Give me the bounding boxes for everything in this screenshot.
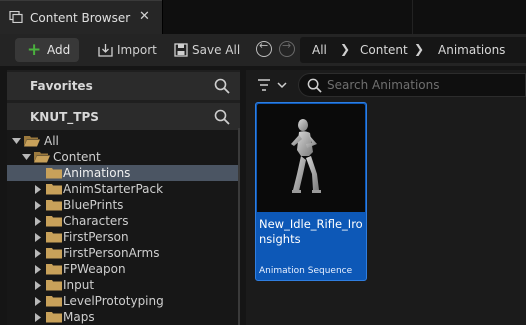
- tree-item[interactable]: Maps: [7, 309, 238, 325]
- folder-open-icon: [24, 136, 40, 147]
- chevron-right-icon: ❯: [340, 42, 351, 56]
- search-input[interactable]: Search Animations: [298, 73, 526, 97]
- folder-icon: [46, 248, 62, 259]
- folder-open-icon: [34, 152, 50, 163]
- tree-item-label: LevelPrototyping: [63, 294, 164, 308]
- chevron-right-icon[interactable]: [34, 313, 43, 322]
- tree-item-label: FPWeapon: [63, 262, 126, 276]
- tree-item-label: Content: [53, 150, 101, 164]
- folder-icon: [46, 216, 62, 227]
- tab-bar-divider: [412, 0, 413, 34]
- content-browser-icon: [9, 11, 23, 23]
- tree-item-label: Characters: [63, 214, 129, 228]
- folder-icon: [46, 312, 62, 323]
- plus-icon: +: [27, 40, 42, 60]
- import-button[interactable]: Import: [96, 38, 158, 62]
- tree-item-label: Animations: [63, 166, 131, 180]
- asset-name: New_Idle_Rifle_Ironsights: [259, 217, 363, 246]
- filter-icon: [258, 79, 287, 91]
- chevron-right-icon[interactable]: [34, 233, 43, 242]
- chevron-right-icon[interactable]: [34, 297, 43, 306]
- chevron-right-icon[interactable]: [34, 217, 43, 226]
- search-icon: [307, 78, 322, 93]
- folder-icon: [46, 168, 62, 179]
- save-all-button-label: Save All: [192, 43, 241, 57]
- folder-icon: [46, 296, 62, 307]
- import-icon: [98, 44, 113, 57]
- scrollbar[interactable]: [238, 128, 240, 325]
- tree-item[interactable]: FirstPersonArms: [7, 245, 238, 261]
- tree-item[interactable]: Animations: [7, 165, 238, 181]
- folder-icon: [46, 184, 62, 195]
- folder-icon: [46, 264, 62, 275]
- tree-item[interactable]: Input: [7, 277, 238, 293]
- filter-button[interactable]: [256, 77, 290, 93]
- back-button[interactable]: ←: [256, 39, 272, 57]
- asset-thumbnail: [257, 104, 365, 212]
- tree-item[interactable]: Content: [7, 149, 238, 165]
- search-icon[interactable]: [214, 109, 230, 125]
- tab-divider: [162, 0, 163, 34]
- chevron-right-icon[interactable]: [34, 281, 43, 290]
- tree-item[interactable]: LevelPrototyping: [7, 293, 238, 309]
- chevron-right-icon[interactable]: [34, 249, 43, 258]
- chevron-down-icon[interactable]: [22, 153, 31, 162]
- import-button-label: Import: [117, 43, 157, 57]
- save-icon: [174, 43, 188, 57]
- tree-item-label: FirstPersonArms: [63, 246, 160, 260]
- tree-item[interactable]: FirstPerson: [7, 229, 238, 245]
- chevron-right-icon[interactable]: [34, 185, 43, 194]
- tree-item[interactable]: BluePrints: [7, 197, 238, 213]
- tree-item-label: Maps: [63, 310, 95, 324]
- chevron-right-icon[interactable]: [34, 201, 43, 210]
- asset-tile[interactable]: New_Idle_Rifle_Ironsights Animation Sequ…: [255, 102, 367, 281]
- tab-content-browser[interactable]: Content Browser ✕: [0, 0, 162, 34]
- save-all-button[interactable]: Save All: [172, 38, 242, 62]
- tab-title: Content Browser: [30, 11, 131, 25]
- breadcrumb: All ❯ Content ❯ Animations: [300, 37, 526, 63]
- folder-tree: All Content Animations AnimStarterPack BlueP…: [7, 130, 240, 325]
- favorites-title: Favorites: [30, 79, 93, 93]
- favorites-header[interactable]: Favorites: [7, 72, 240, 100]
- breadcrumb-item-animations[interactable]: Animations: [438, 43, 505, 57]
- toolbar: + Add Import Save All ← → All ❯ Content …: [0, 34, 526, 66]
- tab-bar: Content Browser ✕: [0, 0, 526, 34]
- arrow-left-icon: ←: [259, 39, 269, 52]
- chevron-right-icon[interactable]: [34, 265, 43, 274]
- tree-item-label: All: [44, 134, 59, 148]
- tree-item[interactable]: AnimStarterPack: [7, 181, 238, 197]
- tree-item[interactable]: Characters: [7, 213, 238, 229]
- tree-item-label: BluePrints: [63, 198, 124, 212]
- folder-icon: [46, 280, 62, 291]
- tree-item[interactable]: FPWeapon: [7, 261, 238, 277]
- tree-item[interactable]: All: [7, 133, 238, 149]
- chevron-down-icon[interactable]: [12, 137, 21, 146]
- character-mannequin-icon: [291, 119, 321, 193]
- tree-item-label: AnimStarterPack: [63, 182, 164, 196]
- project-title: KNUT_TPS: [30, 110, 99, 124]
- search-icon[interactable]: [214, 78, 230, 94]
- chevron-right-icon: ❯: [414, 42, 425, 56]
- project-header[interactable]: KNUT_TPS: [7, 103, 240, 131]
- breadcrumb-item-all[interactable]: All: [312, 43, 327, 57]
- tree-item-label: FirstPerson: [63, 230, 129, 244]
- search-placeholder: Search Animations: [327, 78, 440, 92]
- close-icon[interactable]: ✕: [139, 9, 150, 24]
- folder-icon: [46, 232, 62, 243]
- sources-panel: Favorites KNUT_TPS All Content Animations A…: [7, 70, 240, 325]
- forward-button[interactable]: →: [279, 39, 295, 57]
- asset-view: Search Animations New_Idle_Rifle_Ironsig…: [246, 70, 526, 325]
- tree-item-label: Input: [63, 278, 95, 292]
- breadcrumb-item-content[interactable]: Content: [360, 43, 408, 57]
- folder-icon: [46, 200, 62, 211]
- asset-type-label: Animation Sequence: [259, 266, 353, 276]
- add-button[interactable]: + Add: [15, 38, 79, 62]
- add-button-label: Add: [47, 43, 71, 57]
- arrow-right-icon: →: [282, 39, 292, 52]
